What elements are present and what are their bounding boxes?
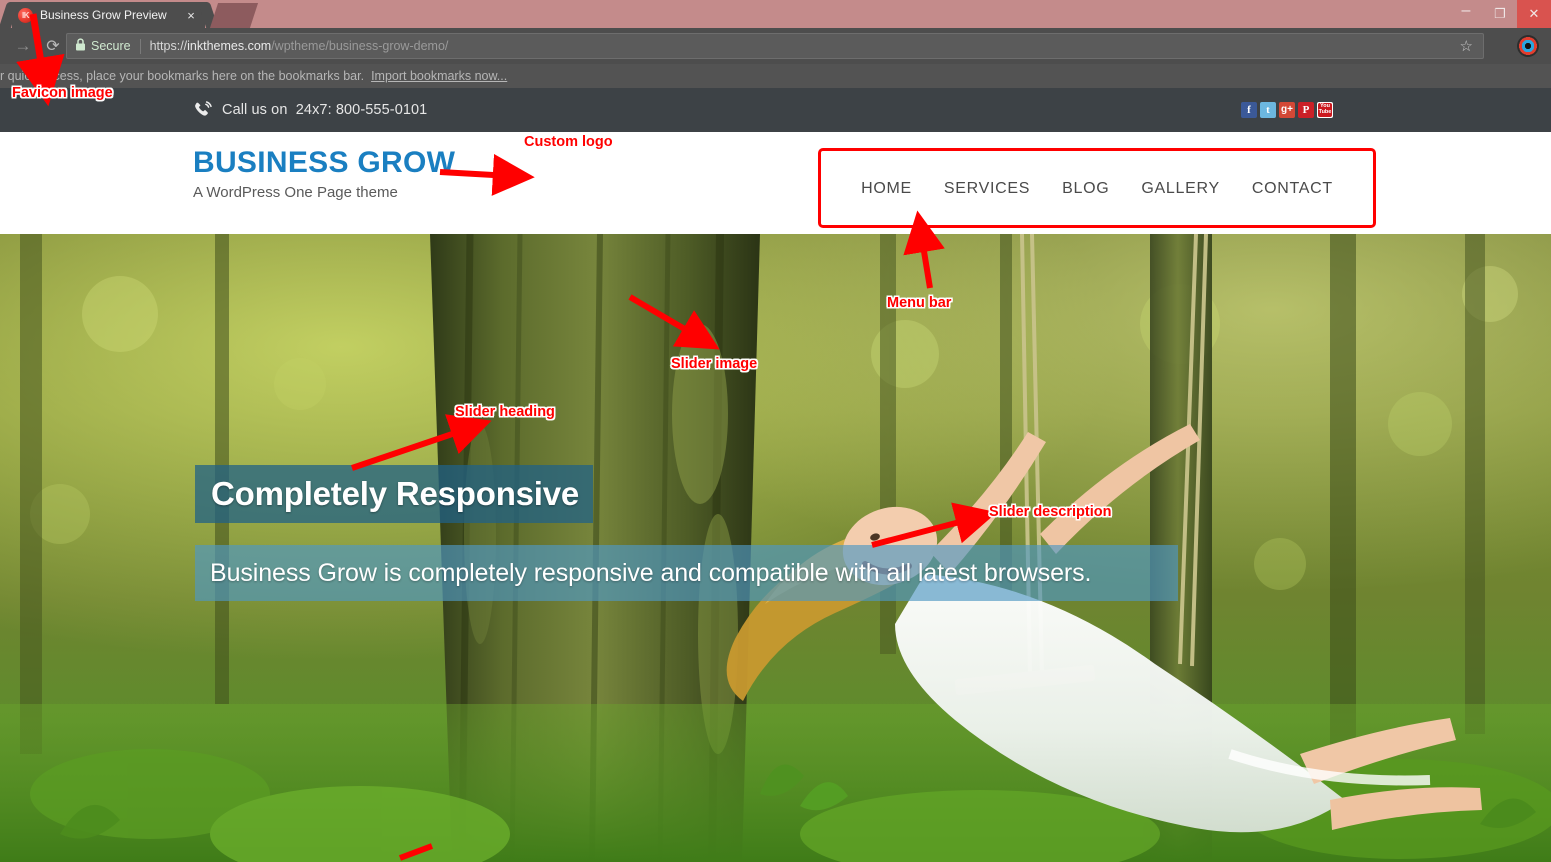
facebook-icon[interactable]: f [1241,102,1257,118]
url-separator: :// [176,39,188,53]
phone-number: 24x7: 800-555-0101 [295,102,428,118]
lock-icon [75,38,86,54]
window-controls: – ❐ ✕ [1449,0,1551,28]
logo-tagline: A WordPress One Page theme [193,184,398,201]
call-us-text: Call us on [222,102,288,118]
omnibox-divider [139,38,141,54]
slider-heading-text: Completely Responsive [211,475,580,512]
pinterest-icon[interactable]: P [1298,102,1314,118]
phone-ring-icon [193,100,213,120]
social-icons: f t g+ P You Tube [1241,102,1333,118]
security-status-label: Secure [91,39,131,53]
browser-tab[interactable]: IK Business Grow Preview × [12,2,205,28]
site-logo[interactable]: BUSINESS GROW A WordPress One Page theme [193,146,455,201]
bookmarks-bar: r quick access, place your bookmarks her… [0,64,1551,88]
profile-avatar-icon[interactable] [1517,35,1539,57]
bookmark-star-icon[interactable]: ☆ [1460,37,1473,55]
url-text: https://inkthemes.com/wptheme/business-g… [150,39,449,53]
youtube-icon[interactable]: You Tube [1317,102,1333,118]
minimize-button[interactable]: – [1449,0,1483,28]
call-us-block: Call us on 24x7: 800-555-0101 [193,100,427,120]
url-scheme: https [149,39,177,53]
twitter-icon[interactable]: t [1260,102,1276,118]
bookmarks-hint-text: r quick access, place your bookmarks her… [0,69,365,83]
screenshot-root: IK Business Grow Preview × – ❐ ✕ → ⟳ Sec… [0,0,1551,862]
youtube-glyph: You Tube [1318,103,1332,117]
import-bookmarks-link[interactable]: Import bookmarks now... [371,69,507,83]
forward-icon[interactable]: → [8,36,38,56]
tab-title: Business Grow Preview [40,8,167,22]
annotation-menu-bar: Menu bar [887,295,952,311]
menu-bar-highlight-box [818,148,1376,228]
new-tab-button[interactable] [209,3,259,28]
annotation-favicon-image: Favicon image [12,85,113,101]
inkthemes-favicon-icon: IK [18,7,33,23]
address-bar[interactable]: Secure https://inkthemes.com/wptheme/bus… [66,33,1484,59]
reload-icon[interactable]: ⟳ [38,36,68,56]
url-domain: inkthemes.com [187,39,272,53]
annotation-custom-logo: Custom logo [524,134,613,150]
url-path: /wptheme/business-grow-demo/ [271,39,449,53]
youtube-tube: Tube [1318,109,1332,115]
call-us-label: Call us on 24x7: 800-555-0101 [222,102,427,118]
slider-description-text: Business Grow is completely responsive a… [210,558,1092,587]
hero-slider: Completely Responsive Business Grow is c… [0,234,1551,862]
google-plus-icon[interactable]: g+ [1279,102,1295,118]
browser-tab-strip: IK Business Grow Preview × – ❐ ✕ [0,0,1551,28]
browser-toolbar: → ⟳ Secure https://inkthemes.com/wptheme… [0,28,1551,64]
slider-heading: Completely Responsive [195,465,593,523]
logo-title: BUSINESS GROW [193,146,456,179]
site-top-bar: Call us on 24x7: 800-555-0101 f t g+ P Y… [0,88,1551,132]
maximize-button[interactable]: ❐ [1483,0,1517,28]
annotation-slider-description: Slider description [989,504,1112,520]
close-tab-icon[interactable]: × [183,8,199,23]
close-window-button[interactable]: ✕ [1517,0,1551,28]
annotation-slider-heading: Slider heading [455,404,555,420]
annotation-slider-image: Slider image [671,356,758,372]
slider-description: Business Grow is completely responsive a… [195,545,1178,601]
